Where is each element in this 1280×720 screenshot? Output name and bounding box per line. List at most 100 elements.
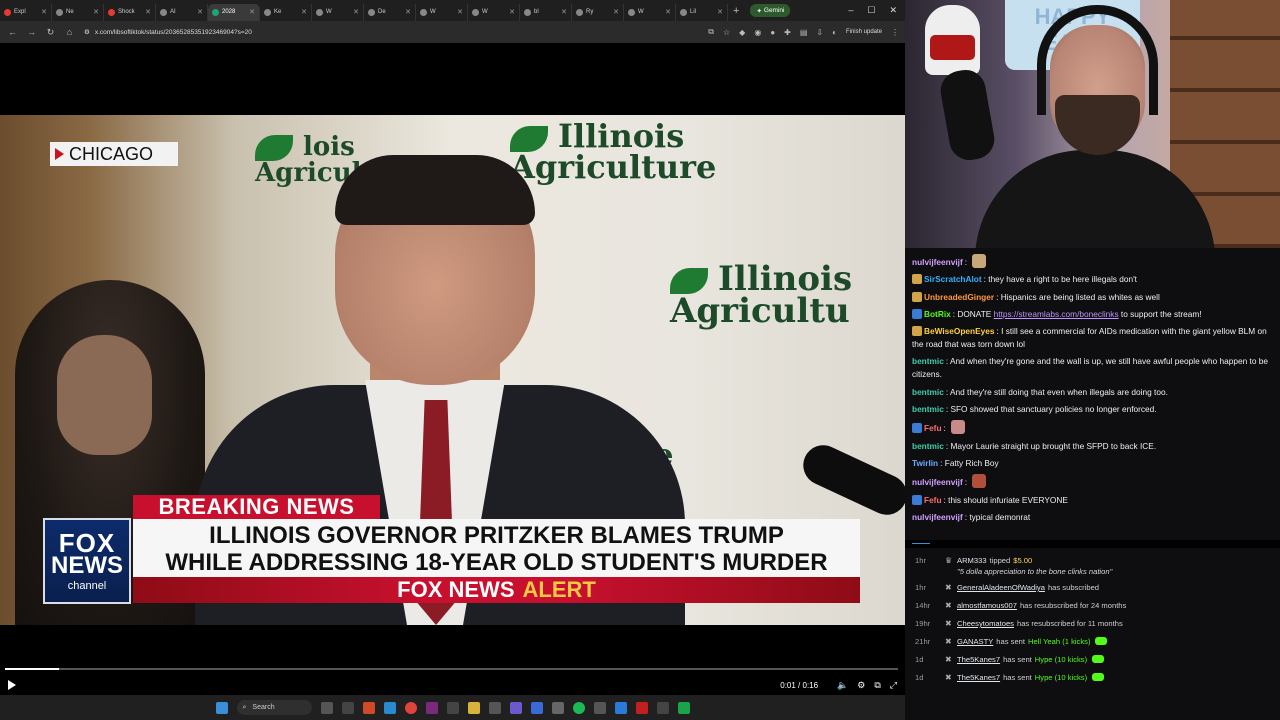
close-icon[interactable]: ✕ (889, 5, 897, 16)
back-icon[interactable]: ← (8, 27, 17, 37)
new-tab-button[interactable]: + (728, 5, 744, 17)
windows-start-icon[interactable] (215, 701, 228, 714)
browser-tab[interactable]: AI ✕ (156, 3, 208, 21)
tab-close-icon[interactable]: ✕ (197, 8, 203, 16)
chat-username[interactable]: nulvijfeenvijf (912, 477, 963, 487)
extension-icon[interactable]: ● (770, 28, 775, 37)
tab-close-icon[interactable]: ✕ (353, 8, 359, 16)
forward-icon[interactable]: → (27, 27, 36, 37)
finish-update-button[interactable]: Finish update (846, 29, 882, 35)
chat-link[interactable]: https://streamlabs.com/boneclinks (994, 309, 1119, 319)
fullscreen-icon[interactable]: ⤢ (890, 680, 897, 691)
chat-username[interactable]: BeWiseOpenEyes (924, 326, 994, 336)
maximize-icon[interactable]: ☐ (867, 5, 875, 16)
chat-text: they have a right to be here illegals do… (988, 274, 1137, 285)
spotify-icon[interactable] (572, 701, 585, 714)
browser-tab[interactable]: Ne ✕ (52, 3, 104, 21)
app-icon[interactable] (362, 701, 375, 714)
app-icon[interactable] (530, 701, 543, 714)
translate-icon[interactable]: ⧉ (708, 27, 714, 37)
tab-close-icon[interactable]: ✕ (249, 8, 255, 16)
tab-close-icon[interactable]: ✕ (93, 8, 99, 16)
chat-username[interactable]: Fefu (924, 495, 942, 505)
event-username[interactable]: The5Kanes7 (957, 655, 1000, 664)
chat-username[interactable]: nulvijfeenvijf (912, 257, 963, 267)
home-icon[interactable]: ⌂ (65, 27, 74, 37)
event-username[interactable]: The5Kanes7 (957, 673, 1000, 682)
browser-tab[interactable]: Ry ✕ (572, 3, 624, 21)
app-icon[interactable] (593, 701, 606, 714)
app-icon[interactable] (614, 701, 627, 714)
chat-username[interactable]: bentmic (912, 387, 944, 397)
tab-close-icon[interactable]: ✕ (509, 8, 515, 16)
bookmark-star-icon[interactable]: ☆ (723, 28, 730, 37)
app-icon[interactable] (320, 701, 333, 714)
app-icon[interactable] (551, 701, 564, 714)
reload-icon[interactable]: ↻ (46, 27, 55, 38)
play-button-icon[interactable] (8, 680, 16, 690)
download-icon[interactable]: ⇩ (816, 28, 823, 37)
chat-username[interactable]: UnbreadedGinger (924, 292, 994, 302)
taskbar-search[interactable]: ⌕ Search (236, 700, 312, 715)
tab-close-icon[interactable]: ✕ (561, 8, 567, 16)
chat-username[interactable]: Fefu (924, 423, 942, 433)
tab-close-icon[interactable]: ✕ (405, 8, 411, 16)
tab-close-icon[interactable]: ✕ (717, 8, 723, 16)
app-icon[interactable] (635, 701, 648, 714)
chat-username[interactable]: Twirlin (912, 458, 938, 468)
app-icon[interactable] (509, 701, 522, 714)
app-icon[interactable] (446, 701, 459, 714)
url-field[interactable]: ⚙ x.com/libsoftiktok/status/203652853519… (84, 24, 604, 40)
video-progress-bar[interactable] (5, 668, 898, 670)
browser-tab[interactable]: W ✕ (468, 3, 520, 21)
gemini-button[interactable]: ✦ Gemini (750, 4, 791, 17)
app-icon[interactable] (656, 701, 669, 714)
app-icon[interactable] (488, 701, 501, 714)
chat-username[interactable]: bentmic (912, 356, 944, 366)
browser-tab[interactable]: De ✕ (364, 3, 416, 21)
extension-icon[interactable]: ◉ (754, 28, 761, 37)
event-username[interactable]: Cheesytomatoes (957, 619, 1014, 628)
app-icon[interactable] (677, 701, 690, 714)
event-username[interactable]: almostfamous007 (957, 601, 1017, 610)
browser-tab[interactable]: W ✕ (624, 3, 676, 21)
tab-close-icon[interactable]: ✕ (41, 8, 47, 16)
chat-username[interactable]: bentmic (912, 404, 944, 414)
chat-username[interactable]: bentmic (912, 441, 944, 451)
extensions-puzzle-icon[interactable]: ✚ (784, 28, 791, 37)
tab-close-icon[interactable]: ✕ (665, 8, 671, 16)
event-username[interactable]: GANASTY (957, 637, 993, 646)
browser-tab[interactable]: W ✕ (312, 3, 364, 21)
browser-tab[interactable]: Lil ✕ (676, 3, 728, 21)
browser-tab[interactable]: 2028 ✕ (208, 3, 260, 21)
profile-avatar-icon[interactable]: ◐ (832, 28, 837, 37)
browser-tab[interactable]: bl ✕ (520, 3, 572, 21)
browser-tab[interactable]: Ke ✕ (260, 3, 312, 21)
tab-close-icon[interactable]: ✕ (301, 8, 307, 16)
chat-username[interactable]: SirScratchAlot (924, 274, 982, 284)
minimize-icon[interactable]: – (848, 5, 853, 16)
app-icon[interactable] (341, 701, 354, 714)
pip-icon[interactable]: ⧉ (874, 680, 880, 691)
folder-icon[interactable] (467, 701, 480, 714)
tab-close-icon[interactable]: ✕ (145, 8, 151, 16)
video-player[interactable]: lois Agricultu Illinois Agriculture Illino… (0, 43, 905, 695)
menu-icon[interactable]: ⋮ (891, 28, 899, 37)
settings-gear-icon[interactable]: ⚙ (857, 680, 865, 691)
event-username[interactable]: GeneralAladeenOfWadiya (957, 583, 1045, 592)
browser-tab[interactable]: Shock ✕ (104, 3, 156, 21)
tab-close-icon[interactable]: ✕ (613, 8, 619, 16)
browser-tab[interactable]: W ✕ (416, 3, 468, 21)
site-info-icon[interactable]: ⚙ (84, 28, 90, 36)
sidebar-icon[interactable]: ▤ (800, 28, 808, 37)
app-icon[interactable] (383, 701, 396, 714)
chat-username[interactable]: nulvijfeenvijf (912, 512, 963, 522)
extension-icon[interactable]: ◆ (739, 28, 745, 37)
event-username[interactable]: ARM333 (957, 556, 987, 565)
volume-icon[interactable]: 🔈 (837, 680, 848, 691)
chrome-icon[interactable] (404, 701, 417, 714)
app-icon[interactable] (425, 701, 438, 714)
browser-tab[interactable]: Expl ✕ (0, 3, 52, 21)
tab-close-icon[interactable]: ✕ (457, 8, 463, 16)
chat-username[interactable]: BotRix (924, 309, 951, 319)
